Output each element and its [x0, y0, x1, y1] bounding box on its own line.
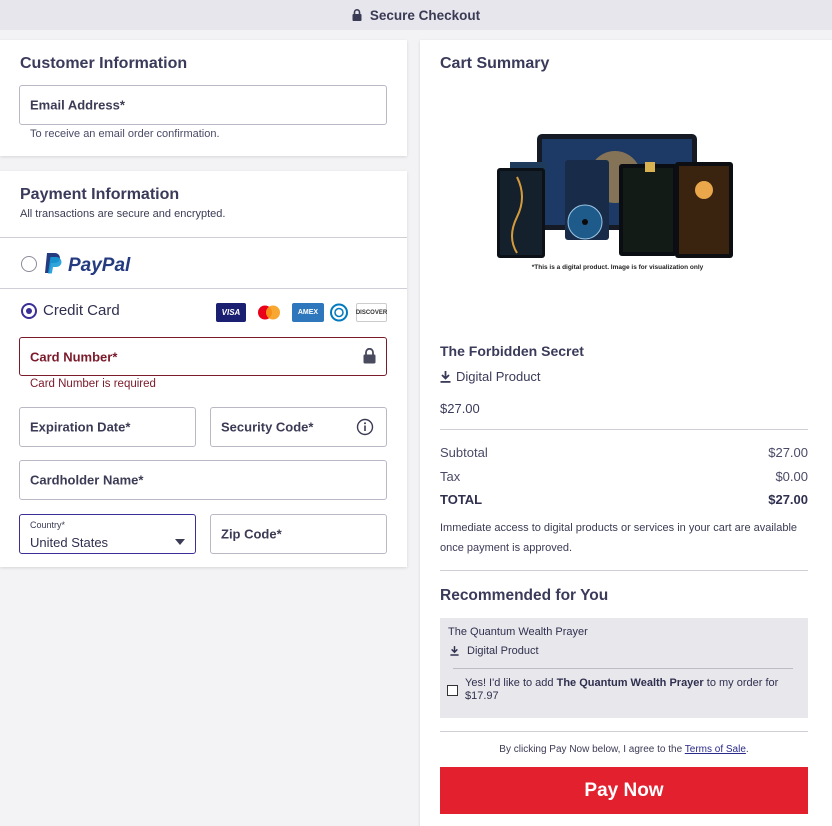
access-note: Immediate access to digital products or …	[440, 522, 798, 554]
email-hint: To receive an email order confirmation.	[30, 128, 220, 140]
product-image: *This is a digital product. Image is for…	[495, 132, 740, 272]
cardholder-name-field[interactable]: Cardholder Name*	[19, 460, 387, 500]
add-reco-checkbox[interactable]	[447, 685, 458, 696]
credit-card-radio[interactable]	[21, 303, 37, 319]
recommended-title: Recommended for You	[440, 587, 609, 604]
payment-information-card: Payment Information All transactions are…	[0, 171, 407, 567]
cardholder-name-label: Cardholder Name*	[30, 472, 144, 488]
divider	[453, 668, 793, 669]
reco-product-type-label: Digital Product	[467, 645, 539, 657]
terms-of-sale-link[interactable]: Terms of Sale	[685, 744, 746, 755]
country-label: Country*	[30, 520, 66, 530]
country-value: United States	[30, 535, 109, 550]
terms-suffix: .	[745, 744, 749, 755]
expiration-date-field[interactable]: Expiration Date*	[19, 407, 196, 447]
product-type: Digital Product	[440, 369, 541, 384]
divider	[0, 237, 407, 238]
product-type-label: Digital Product	[456, 369, 541, 384]
mastercard-icon	[254, 303, 284, 322]
terms-text: By clicking Pay Now below, I agree to th…	[440, 744, 808, 755]
tax-row: Tax $0.00	[440, 469, 808, 484]
credit-card-label[interactable]: Credit Card	[43, 302, 120, 319]
email-field-label: Email Address*	[30, 97, 125, 113]
subtotal-row: Subtotal $27.00	[440, 445, 808, 460]
visa-icon: VISA	[216, 303, 246, 322]
expiration-date-label: Expiration Date*	[30, 419, 131, 435]
header-title: Secure Checkout	[369, 7, 481, 23]
cart-summary-title: Cart Summary	[440, 55, 550, 72]
terms-prefix: By clicking Pay Now below, I agree to th…	[499, 744, 685, 755]
customer-information-title: Customer Information	[20, 55, 188, 72]
cart-summary-card: Cart Summary *This is a digital product.…	[420, 40, 832, 826]
card-number-label: Card Number*	[30, 349, 118, 364]
subtotal-value: $27.00	[768, 445, 808, 460]
divider	[440, 570, 808, 571]
product-name: The Forbidden Secret	[440, 343, 584, 359]
tax-label: Tax	[440, 469, 461, 484]
tax-value: $0.00	[775, 469, 808, 484]
reco-offer-text[interactable]: Yes! I'd like to add The Quantum Wealth …	[465, 677, 795, 703]
divider	[0, 288, 407, 289]
product-price: $27.00	[440, 401, 480, 416]
divider	[440, 731, 808, 732]
card-number-error: Card Number is required	[30, 378, 156, 390]
discover-icon: DISCOVER	[356, 303, 387, 322]
total-label: TOTAL	[440, 492, 483, 507]
payment-subtitle: All transactions are secure and encrypte…	[20, 208, 226, 220]
info-icon[interactable]	[356, 418, 374, 441]
zip-code-field[interactable]: Zip Code*	[210, 514, 387, 554]
total-row: TOTAL $27.00	[440, 492, 808, 507]
zip-code-label: Zip Code*	[221, 526, 282, 542]
chevron-down-icon	[175, 532, 185, 550]
amex-icon: AMEX	[292, 303, 324, 322]
paypal-option[interactable]: PayPal	[42, 251, 130, 280]
recommended-product-box: The Quantum Wealth Prayer Digital Produc…	[440, 618, 808, 718]
reco-product-type: Digital Product	[450, 645, 539, 657]
subtotal-label: Subtotal	[440, 445, 488, 460]
diners-club-icon	[327, 303, 351, 322]
payment-information-title: Payment Information	[20, 186, 180, 203]
security-code-field[interactable]: Security Code*	[210, 407, 387, 447]
divider	[440, 429, 808, 430]
lock-icon	[363, 347, 376, 369]
email-field[interactable]: Email Address*	[19, 85, 387, 125]
security-code-label: Security Code*	[221, 419, 314, 435]
country-select[interactable]: Country* United States	[19, 514, 196, 554]
paypal-radio[interactable]	[21, 256, 37, 272]
card-number-field[interactable]: Card Number*	[19, 337, 387, 376]
secure-checkout-bar: Secure Checkout	[0, 0, 832, 30]
reco-offer-product: The Quantum Wealth Prayer	[556, 677, 704, 689]
customer-information-card: Customer Information Email Address* To r…	[0, 40, 407, 156]
download-icon	[440, 370, 451, 383]
total-value: $27.00	[768, 492, 808, 507]
download-icon	[450, 646, 459, 656]
pay-now-button[interactable]: Pay Now	[440, 767, 808, 814]
reco-offer-prefix: Yes! I'd like to add	[465, 677, 557, 689]
lock-icon	[352, 9, 362, 21]
reco-product-name: The Quantum Wealth Prayer	[448, 626, 588, 638]
product-image-caption: *This is a digital product. Image is for…	[531, 264, 704, 271]
paypal-logo-icon	[42, 251, 64, 280]
paypal-label: PayPal	[68, 254, 131, 276]
